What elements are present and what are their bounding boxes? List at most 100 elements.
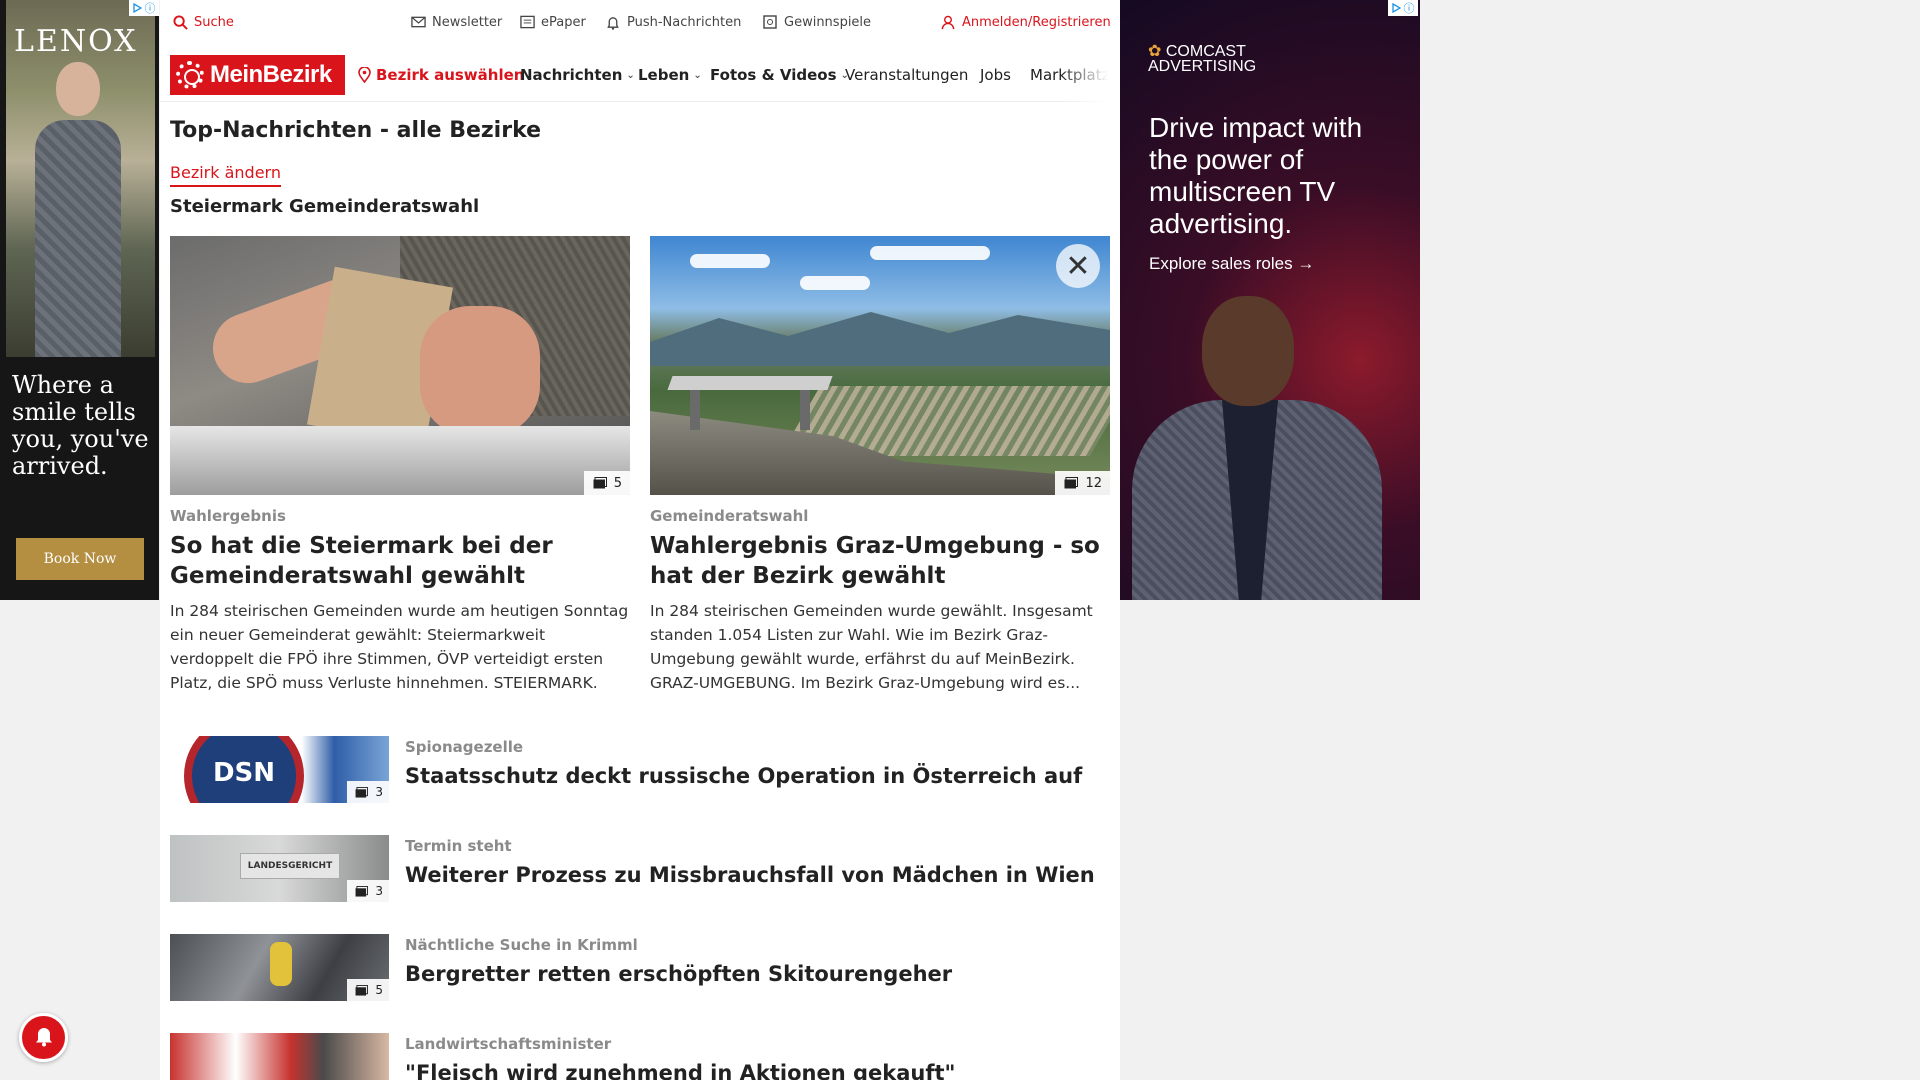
article-title[interactable]: Wahlergebnis Graz-Umgebung - so hat der …: [650, 531, 1110, 591]
article-kicker: Landwirtschaftsminister: [405, 1035, 612, 1053]
article-teaser: In 284 steirischen Gemeinden wurde gewäh…: [650, 602, 1093, 692]
gallery-count: 5: [613, 475, 622, 491]
change-district-link[interactable]: Bezirk ändern: [170, 163, 281, 187]
ad-brand: ✿ COMCAST ADVERTISING: [1148, 44, 1257, 75]
ad-info-icon: ⓘ: [1403, 2, 1415, 15]
logo-text: MeinBezirk: [210, 61, 332, 88]
list-item[interactable]: 5 Nächtliche Suche in Krimml Bergretter …: [170, 934, 1110, 1002]
gallery-count: 3: [375, 884, 383, 898]
image-detail: [170, 426, 630, 495]
image-detail: [800, 390, 810, 430]
nav-item-jobs[interactable]: Jobs: [980, 66, 1011, 84]
article-title[interactable]: So hat die Steiermark bei der Gemeindera…: [170, 531, 630, 591]
article-card[interactable]: ✕ 12 Gemeinderatswahl Wahlergebnis Graz-…: [650, 236, 1110, 695]
list-item[interactable]: DSN 3 Spionagezelle Staatsschutz deckt r…: [170, 736, 1110, 804]
chevron-down-icon: ⌄: [626, 69, 635, 81]
right-ad-banner[interactable]: ✿ COMCAST ADVERTISING Drive impact with …: [1120, 0, 1420, 600]
gallery-count: 12: [1085, 475, 1102, 491]
user-icon: [940, 14, 956, 30]
article-thumbnail[interactable]: 5: [170, 934, 389, 1001]
gallery-count-badge: 3: [347, 781, 389, 803]
nav-item-nachrichten[interactable]: Nachrichten ⌄: [520, 66, 635, 84]
nav-item-leben[interactable]: Leben ⌄: [638, 66, 702, 84]
nav-item-marktplatz[interactable]: Marktplatz: [1030, 66, 1110, 84]
logo-sun-icon: [176, 61, 204, 89]
epaper-link[interactable]: ePaper: [519, 14, 586, 30]
gallery-icon: [1063, 475, 1079, 491]
close-icon[interactable]: ✕: [1056, 244, 1100, 288]
list-item[interactable]: Landwirtschaftsminister "Fleisch wird zu…: [170, 1033, 1110, 1080]
article-card[interactable]: 5 Wahlergebnis So hat die Steiermark bei…: [170, 236, 630, 695]
arrow-right-icon: →: [1297, 254, 1315, 273]
ad-cta-link[interactable]: Explore sales roles →: [1149, 254, 1314, 274]
ad-person-head: [56, 62, 100, 116]
notification-bell-button[interactable]: [19, 1013, 68, 1062]
article-teaser: In 284 steirischen Gemeinden wurde am he…: [170, 602, 629, 692]
ad-person-body: [35, 120, 121, 357]
page: LENOX Where a smile tells you, you've ar…: [0, 0, 1920, 1080]
article-kicker: Gemeinderatswahl: [650, 507, 809, 525]
ad-person-illustration: [1132, 296, 1382, 600]
top-utility-bar: Suche Newsletter ePaper Push-Nachrichten: [160, 0, 1120, 46]
ad-brand-line2: ADVERTISING: [1148, 58, 1257, 75]
ad-choices-icon[interactable]: ⓘ: [129, 0, 159, 16]
search-icon: [172, 14, 188, 30]
article-thumbnail[interactable]: LANDESGERICHT 3: [170, 835, 389, 902]
image-detail: [667, 376, 833, 390]
article-title[interactable]: Staatsschutz deckt russische Operation i…: [405, 764, 1082, 788]
article-kicker: Wahlergebnis: [170, 507, 286, 525]
gallery-count: 5: [375, 983, 383, 997]
nav-item-label: Marktplatz: [1030, 66, 1110, 84]
page-title: Top-Nachrichten - alle Bezirke: [170, 118, 542, 143]
ad-person-head: [1202, 296, 1294, 406]
ad-brand-line: ✿ COMCAST: [1148, 44, 1256, 60]
gallery-icon: [353, 784, 369, 800]
ad-choices-icon[interactable]: ⓘ: [1388, 0, 1418, 16]
newsletter-label: Newsletter: [432, 14, 503, 30]
push-notifications-link[interactable]: Push-Nachrichten: [605, 14, 741, 30]
ad-brand: LENOX: [14, 24, 138, 59]
nav-item-label: Nachrichten: [520, 66, 623, 84]
book-now-button[interactable]: Book Now: [16, 538, 144, 580]
gallery-icon: [353, 883, 369, 899]
mail-icon: [410, 14, 426, 30]
image-detail: [870, 246, 990, 260]
article-title[interactable]: "Fleisch wird zunehmend in Aktionen geka…: [405, 1061, 955, 1080]
newsletter-link[interactable]: Newsletter: [410, 14, 502, 30]
image-detail: [650, 312, 1110, 366]
article-kicker: Nächtliche Suche in Krimml: [405, 936, 638, 954]
article-image[interactable]: 5: [170, 236, 630, 495]
nav-item-label: Veranstaltungen: [845, 66, 969, 84]
article-thumbnail[interactable]: [170, 1033, 389, 1080]
nav-item-label: Fotos & Videos: [710, 66, 837, 84]
thumbnail-seal-text: DSN: [184, 736, 304, 803]
chevron-down-icon: ⌄: [693, 69, 702, 81]
nav-item-veranstaltungen[interactable]: Veranstaltungen: [845, 66, 968, 84]
nav-item-label: Jobs: [980, 66, 1011, 84]
left-ad-banner[interactable]: LENOX Where a smile tells you, you've ar…: [0, 0, 159, 600]
search-link[interactable]: Suche: [172, 14, 234, 30]
list-item[interactable]: LANDESGERICHT 3 Termin steht Weiterer Pr…: [170, 835, 1110, 903]
article-title[interactable]: Bergretter retten erschöpften Skitoureng…: [405, 962, 952, 986]
epaper-label: ePaper: [541, 14, 586, 30]
article-thumbnail[interactable]: DSN 3: [170, 736, 389, 803]
site-logo[interactable]: MeinBezirk: [170, 55, 345, 95]
article-image[interactable]: ✕ 12: [650, 236, 1110, 495]
location-pin-icon: [356, 67, 372, 83]
article-title[interactable]: Weiterer Prozess zu Missbrauchsfall von …: [405, 863, 1095, 887]
newspaper-icon: [519, 14, 535, 30]
gallery-count-badge: 5: [583, 471, 630, 495]
gallery-count-badge: 12: [1055, 471, 1110, 495]
image-detail: [800, 276, 870, 290]
bell-icon: [34, 1025, 54, 1051]
select-district-label: Bezirk auswählen: [376, 66, 525, 84]
article-kicker: Termin steht: [405, 837, 512, 855]
gewinnspiele-link[interactable]: Gewinnspiele: [762, 14, 871, 30]
ad-play-icon: [132, 3, 142, 13]
login-register-link[interactable]: Anmelden/Registrieren: [940, 14, 1111, 30]
select-district-button[interactable]: Bezirk auswählen: [356, 66, 524, 84]
gallery-count: 3: [375, 785, 383, 799]
nav-item-fotos-videos[interactable]: Fotos & Videos ⌄: [710, 66, 849, 84]
main-content: Suche Newsletter ePaper Push-Nachrichten: [160, 0, 1120, 1080]
gallery-count-badge: 3: [347, 880, 389, 902]
